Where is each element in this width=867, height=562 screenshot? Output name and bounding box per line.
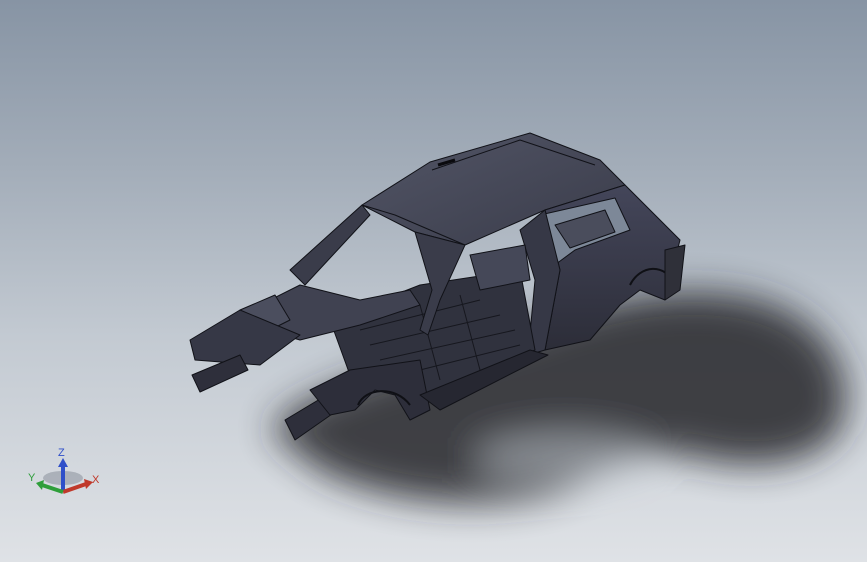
triad-z-label: Z bbox=[58, 447, 65, 459]
triad-x-label: X bbox=[92, 474, 100, 486]
triad-y-label: Y bbox=[28, 472, 36, 484]
triad-y-arrow-icon bbox=[36, 480, 44, 490]
graphics-viewport[interactable]: Z X Y bbox=[0, 0, 867, 562]
triad-y-axis bbox=[41, 483, 64, 494]
triad-z-arrow-icon bbox=[58, 458, 68, 467]
rear-bumper-area[interactable] bbox=[664, 244, 686, 301]
view-triad[interactable]: Z X Y bbox=[28, 447, 100, 494]
a-pillar-left[interactable] bbox=[289, 204, 371, 286]
triad-x-axis bbox=[62, 482, 87, 494]
